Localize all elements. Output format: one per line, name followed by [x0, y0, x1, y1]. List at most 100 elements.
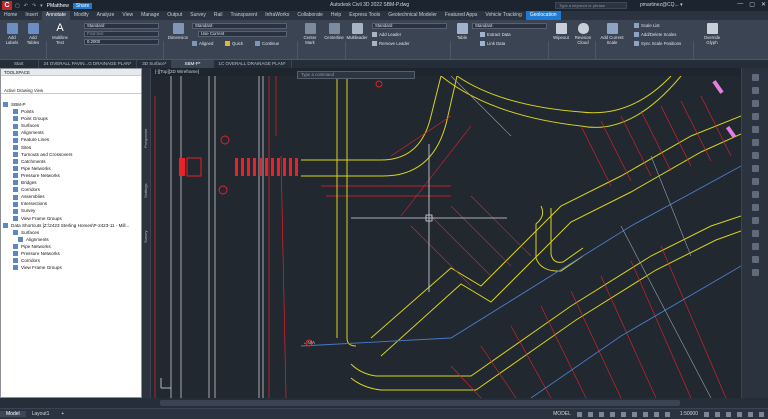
tree-item[interactable]: Pipe Networks	[3, 165, 129, 172]
tree-item[interactable]: Corridors	[3, 186, 129, 193]
add-tables-button[interactable]: Add Tables	[24, 23, 42, 45]
tab-annotate[interactable]: Annotate	[41, 11, 70, 20]
sheet-set-icon[interactable]	[751, 178, 759, 185]
active-drawing-view-dropdown[interactable]: Active Drawing View	[1, 87, 141, 94]
side-tab-settings[interactable]: Settings	[143, 184, 148, 198]
wipeout-button[interactable]: Wipeout	[550, 23, 572, 40]
override-glyph-button[interactable]: Override Glyph	[698, 23, 726, 45]
qat-undo-icon[interactable]: ↶	[24, 3, 28, 9]
multileader-button[interactable]: Multileader	[345, 23, 369, 40]
model-tab[interactable]: Model	[0, 411, 26, 417]
snap-icon[interactable]	[587, 411, 593, 417]
mleader-style-dropdown[interactable]: Standard	[372, 23, 447, 29]
share-button[interactable]: Share	[72, 2, 93, 9]
tab-survey[interactable]: Survey	[186, 11, 210, 20]
tab-manage[interactable]: Manage	[137, 11, 163, 20]
dim-layer-dropdown[interactable]: Use Current	[198, 31, 287, 37]
revision-cloud-button[interactable]: Revision Cloud	[572, 23, 594, 45]
tree-item[interactable]: Pressure Networks	[3, 250, 129, 257]
zoom-icon[interactable]	[751, 87, 759, 94]
print-icon[interactable]	[751, 256, 759, 263]
scroll-thumb[interactable]	[160, 400, 680, 406]
showmotion-icon[interactable]	[751, 113, 759, 120]
quick-button[interactable]: Quick	[225, 41, 243, 47]
app-icon[interactable]: C	[2, 1, 12, 10]
multiline-text-button[interactable]: A Multiline Text	[49, 23, 71, 46]
side-tab-prospector[interactable]: Prospector	[143, 129, 148, 148]
tree-item[interactable]: Pipe Networks	[3, 243, 129, 250]
tree-item[interactable]: Feature Lines	[3, 136, 129, 143]
tab-infraworks[interactable]: InfraWorks	[261, 11, 293, 20]
find-text-field[interactable]: Find text	[84, 31, 159, 37]
center-mark-button[interactable]: Center Mark	[300, 23, 320, 45]
scale-list-button[interactable]: Scale List	[634, 23, 660, 29]
remove-leader-button[interactable]: Remove Leader	[372, 41, 410, 47]
tab-express-tools[interactable]: Express Tools	[345, 11, 384, 20]
workspace-icon[interactable]	[704, 411, 709, 417]
tab-insert[interactable]: Insert	[21, 11, 42, 20]
link-data-button[interactable]: Link Data	[480, 41, 505, 47]
customize-icon[interactable]	[759, 411, 764, 417]
text-style-dropdown[interactable]: Standard	[84, 23, 159, 29]
tab-analyze[interactable]: Analyze	[93, 11, 119, 20]
fullscreen-icon[interactable]	[748, 411, 753, 417]
doc-tab-paving[interactable]: 24 OVERALL PAVIN...G DRAINAGE PLAN*	[39, 60, 138, 68]
external-refs-icon[interactable]	[751, 230, 759, 237]
tab-collaborate[interactable]: Collaborate	[293, 11, 327, 20]
tab-help[interactable]: Help	[327, 11, 345, 20]
otrack-icon[interactable]	[631, 411, 637, 417]
continue-button[interactable]: Continue	[255, 41, 279, 47]
isolate-icon[interactable]	[726, 411, 731, 417]
tree-item[interactable]: Assemblies	[3, 193, 129, 200]
close-button[interactable]: ✕	[761, 1, 766, 8]
tree-item[interactable]: Alignments	[3, 236, 129, 243]
tab-geolocation[interactable]: Geolocation	[525, 11, 561, 20]
lineweight-icon[interactable]	[642, 411, 648, 417]
text-height-field[interactable]: 0.2000	[84, 39, 159, 45]
tree-item[interactable]: Alignments	[3, 129, 129, 136]
maximize-button[interactable]: ▢	[749, 1, 755, 8]
design-center-icon[interactable]	[751, 165, 759, 172]
tree-item[interactable]: Surfaces	[3, 122, 129, 129]
doc-tab-start[interactable]: Start	[0, 60, 39, 68]
dimension-button[interactable]: Dimension	[165, 23, 191, 40]
add-labels-button[interactable]: Add Labels	[3, 23, 21, 45]
layers-icon[interactable]	[751, 139, 759, 146]
add-layout-button[interactable]: +	[55, 411, 70, 417]
doc-tab-sbm-p[interactable]: SBM-P*	[172, 60, 214, 68]
tree-item[interactable]: Bridges	[3, 179, 129, 186]
osnap-icon[interactable]	[620, 411, 626, 417]
grid-icon[interactable]	[576, 411, 582, 417]
side-tab-survey[interactable]: Survey	[143, 231, 148, 243]
tree-item[interactable]: Survey	[3, 207, 129, 214]
units-icon[interactable]	[715, 411, 720, 417]
ortho-icon[interactable]	[598, 411, 604, 417]
tree-item[interactable]: SBM-P	[3, 101, 129, 108]
tree-item[interactable]: View Frame Groups	[3, 264, 129, 271]
model-space-toggle[interactable]: MODEL	[553, 411, 577, 417]
qat-redo-icon[interactable]: ↷	[32, 3, 36, 9]
tree-item[interactable]: Data Shortcuts [Z:\2423 Sterling Homes\P…	[3, 222, 129, 229]
tab-transparent[interactable]: Transparent	[226, 11, 261, 20]
blocks-icon[interactable]	[751, 217, 759, 224]
add-current-scale-button[interactable]: Add Current Scale	[597, 23, 627, 45]
doc-tab-3d-surface[interactable]: 3D Surface*	[137, 60, 173, 68]
quickcalc-icon[interactable]	[751, 204, 759, 211]
search-box[interactable]: Type a keyword or phrase	[555, 2, 627, 9]
layout1-tab[interactable]: Layout1	[26, 411, 56, 417]
tab-home[interactable]: Home	[0, 11, 21, 20]
annotation-visibility-icon[interactable]	[664, 411, 670, 417]
horizontal-scrollbar[interactable]	[0, 398, 768, 408]
selection-cycling-icon[interactable]	[653, 411, 659, 417]
qat-more-icon[interactable]: ▾	[40, 3, 43, 9]
tool-palette-icon[interactable]	[751, 152, 759, 159]
tab-geotechnical-modeler[interactable]: Geotechnical Modeler	[384, 11, 441, 20]
pan-icon[interactable]	[751, 74, 759, 81]
annotation-scale[interactable]: 1:50000	[674, 411, 704, 417]
tab-output[interactable]: Output	[163, 11, 186, 20]
tree-item[interactable]: Pressure Networks	[3, 172, 129, 179]
polar-icon[interactable]	[609, 411, 615, 417]
tree-item[interactable]: Turnouts and Crossovers	[3, 151, 129, 158]
tree-item[interactable]: Point Groups	[3, 115, 129, 122]
properties-icon[interactable]	[751, 126, 759, 133]
